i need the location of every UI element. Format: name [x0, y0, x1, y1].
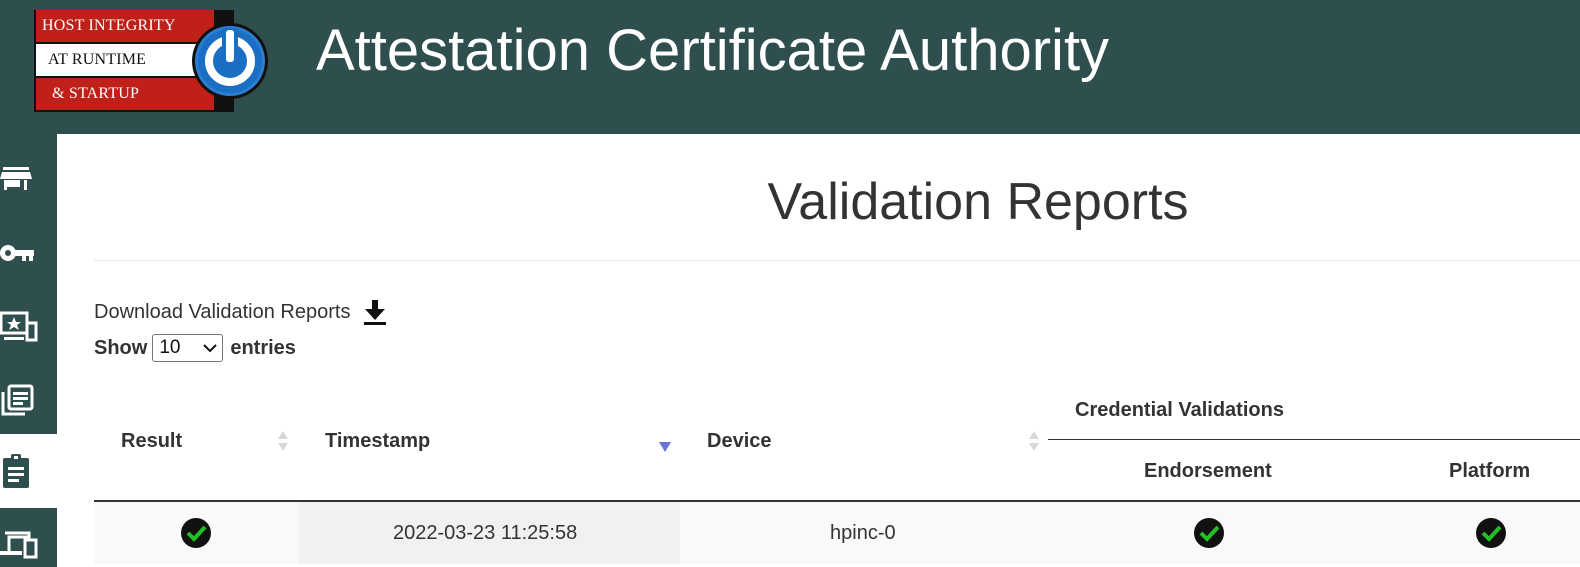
sidebar-item-devices[interactable]: [0, 508, 57, 567]
sidebar-item-library[interactable]: [0, 364, 57, 438]
library-books-icon: [1, 384, 34, 416]
divider: [94, 260, 1580, 261]
trusted-device-icon: [0, 311, 38, 342]
download-row: Download Validation Reports: [94, 298, 388, 326]
timestamp-cell: 2022-03-23 11:25:58: [393, 522, 578, 544]
device-cell[interactable]: hpinc-0: [830, 502, 896, 564]
logo-line-2: AT RUNTIME: [36, 44, 214, 76]
group-divider: [1048, 439, 1580, 440]
sidebar-item-keys[interactable]: [0, 216, 57, 290]
table-row[interactable]: 2022-03-23 11:25:58 hpinc-0: [94, 502, 1580, 564]
sidebar-item-store[interactable]: [0, 142, 57, 216]
chevron-down-icon: [203, 344, 218, 353]
column-header-result[interactable]: Result: [121, 430, 182, 453]
logo-line-3: & STARTUP: [36, 78, 214, 110]
main-content: Validation Reports Download Validation R…: [57, 134, 1580, 567]
download-reports-link[interactable]: Download Validation Reports: [94, 301, 350, 324]
sort-both-icon[interactable]: [276, 429, 290, 453]
sidebar-item-trusted-devices[interactable]: [0, 290, 57, 364]
clipboard-icon: [3, 454, 29, 488]
entries-length-control: Show 10 entries: [94, 334, 296, 362]
hirs-logo[interactable]: HOST INTEGRITY AT RUNTIME & STARTUP: [34, 8, 274, 114]
store-icon: [0, 167, 32, 190]
app-title: Attestation Certificate Authority: [316, 18, 1110, 83]
key-icon: [0, 245, 34, 261]
entries-select-value: 10: [159, 337, 181, 358]
logo-line-1: HOST INTEGRITY: [36, 10, 214, 42]
result-pass-icon: [181, 518, 211, 548]
column-header-device[interactable]: Device: [707, 430, 772, 453]
entries-select[interactable]: 10: [152, 334, 224, 362]
sidebar-item-validation-reports[interactable]: [0, 434, 57, 508]
entries-label: entries: [230, 336, 296, 359]
power-button-icon: [192, 23, 268, 99]
column-group-credential-validations: Credential Validations: [1075, 399, 1284, 421]
platform-pass-icon[interactable]: [1475, 517, 1507, 549]
column-header-endorsement[interactable]: Endorsement: [1144, 460, 1272, 483]
sidebar-nav: [0, 134, 57, 567]
endorsement-pass-icon[interactable]: [1193, 517, 1225, 549]
show-label: Show: [94, 336, 148, 359]
column-header-timestamp[interactable]: Timestamp: [325, 430, 430, 453]
sort-both-icon[interactable]: [1027, 429, 1041, 453]
page-title: Validation Reports: [767, 173, 1189, 231]
column-header-platform[interactable]: Platform: [1449, 460, 1530, 483]
devices-icon: [0, 531, 38, 559]
app-header: HOST INTEGRITY AT RUNTIME & STARTUP Atte…: [0, 0, 1580, 134]
sort-descending-icon[interactable]: [658, 434, 672, 458]
download-icon[interactable]: [362, 298, 388, 326]
